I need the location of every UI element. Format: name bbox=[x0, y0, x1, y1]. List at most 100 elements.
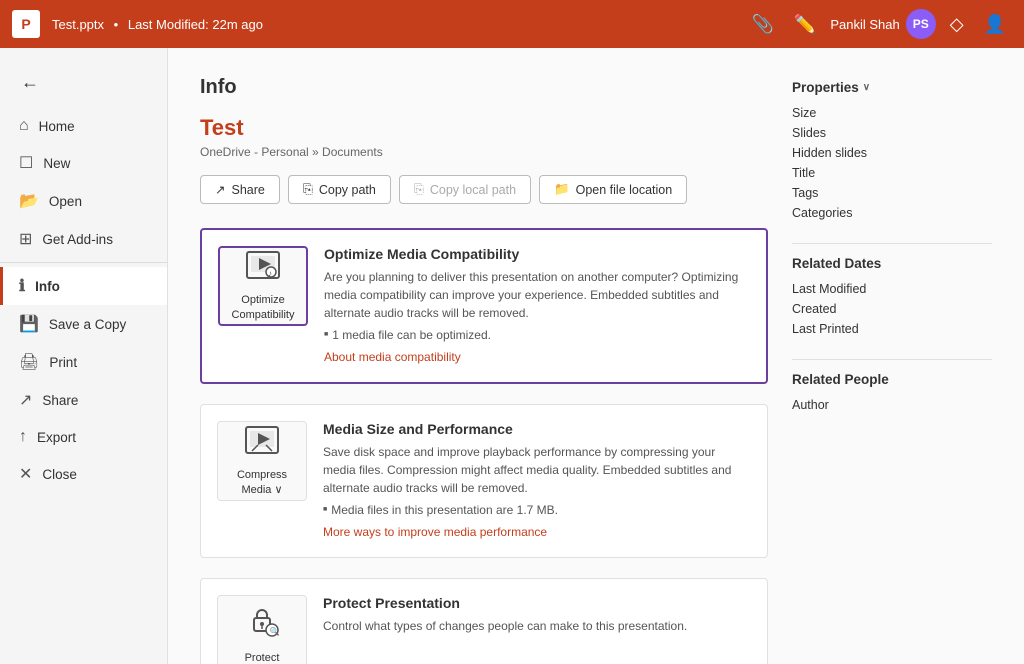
right-divider-1 bbox=[792, 243, 992, 244]
new-icon: ☐ bbox=[19, 153, 33, 173]
file-name: Test bbox=[200, 115, 768, 141]
prop-slides: Slides bbox=[792, 123, 992, 143]
sidebar-item-print-label: Print bbox=[49, 355, 77, 370]
sidebar-item-info-label: Info bbox=[35, 279, 60, 294]
copy-path-icon: ⎘ bbox=[303, 182, 313, 197]
optimize-card: ♪ OptimizeCompatibility Optimize Media C… bbox=[200, 228, 768, 384]
avatar[interactable]: PS bbox=[906, 9, 936, 39]
right-divider-2 bbox=[792, 359, 992, 360]
app-logo: P bbox=[12, 10, 40, 38]
people-author: Author bbox=[792, 395, 992, 415]
export-icon: ↑ bbox=[19, 428, 27, 446]
optimize-bullet: 1 media file can be optimized. bbox=[324, 328, 750, 342]
prop-title: Title bbox=[792, 163, 992, 183]
prop-hidden-slides: Hidden slides bbox=[792, 143, 992, 163]
share-btn-icon: ↗ bbox=[215, 182, 225, 197]
protect-icon-box[interactable]: 🔍 Protect bbox=[217, 595, 307, 664]
sidebar-item-save-label: Save a Copy bbox=[49, 317, 126, 332]
date-last-printed: Last Printed bbox=[792, 319, 992, 339]
properties-section: Properties ∨ Size Slides Hidden slides T… bbox=[792, 80, 992, 223]
sidebar-item-new[interactable]: ☐ New bbox=[0, 144, 167, 182]
optimize-body: Optimize Media Compatibility Are you pla… bbox=[324, 246, 750, 366]
open-file-label: Open file location bbox=[576, 183, 673, 197]
user-name: Pankil Shah bbox=[830, 17, 899, 32]
date-created: Created bbox=[792, 299, 992, 319]
sidebar-item-get-add-ins[interactable]: ⊞ Get Add-ins bbox=[0, 220, 167, 258]
sidebar-divider bbox=[0, 262, 167, 263]
sidebar-item-close-label: Close bbox=[42, 467, 77, 482]
prop-tags: Tags bbox=[792, 183, 992, 203]
sidebar-item-open-label: Open bbox=[49, 194, 82, 209]
protect-description: Control what types of changes people can… bbox=[323, 617, 751, 635]
protect-icon: 🔍 bbox=[244, 604, 280, 647]
file-path: OneDrive - Personal » Documents bbox=[200, 145, 768, 159]
open-file-location-button[interactable]: 📁 Open file location bbox=[539, 175, 687, 204]
main-content: Info Test OneDrive - Personal » Document… bbox=[168, 48, 1024, 664]
copy-path-button[interactable]: ⎘ Copy path bbox=[288, 175, 391, 204]
pencil-icon[interactable]: ✏️ bbox=[788, 14, 822, 35]
sidebar-item-export[interactable]: ↑ Export bbox=[0, 419, 167, 455]
sidebar-item-print[interactable]: 🖨 Print bbox=[0, 343, 167, 381]
print-icon: 🖨 bbox=[19, 352, 39, 372]
compress-link[interactable]: More ways to improve media performance bbox=[323, 525, 547, 539]
share-button[interactable]: ↗ Share bbox=[200, 175, 280, 204]
properties-chevron[interactable]: ∨ bbox=[863, 82, 870, 93]
copy-path-label: Copy path bbox=[319, 183, 376, 197]
protect-title: Protect Presentation bbox=[323, 595, 751, 611]
optimize-icon-box[interactable]: ♪ OptimizeCompatibility bbox=[218, 246, 308, 326]
related-people-section: Related People Author bbox=[792, 372, 992, 415]
page-title: Info bbox=[200, 76, 768, 99]
optimize-description: Are you planning to deliver this present… bbox=[324, 268, 750, 322]
info-icon: ℹ bbox=[19, 276, 25, 296]
sidebar-item-share-label: Share bbox=[42, 393, 78, 408]
close-icon: ✕ bbox=[19, 464, 32, 484]
optimize-link[interactable]: About media compatibility bbox=[324, 350, 461, 364]
sidebar-item-addins-label: Get Add-ins bbox=[42, 232, 113, 247]
copy-local-path-button[interactable]: ⎘ Copy local path bbox=[399, 175, 531, 204]
copy-local-label: Copy local path bbox=[430, 183, 516, 197]
compress-icon-label: CompressMedia ∨ bbox=[237, 468, 287, 497]
sidebar: ← ⌂ Home ☐ New 📂 Open ⊞ Get Add-ins ℹ In… bbox=[0, 48, 168, 664]
optimize-icon: ♪ bbox=[245, 250, 281, 289]
sidebar-item-save-copy[interactable]: 💾 Save a Copy bbox=[0, 305, 167, 343]
compress-icon bbox=[244, 425, 280, 464]
diamond-icon[interactable]: ◇ bbox=[944, 14, 970, 35]
prop-categories: Categories bbox=[792, 203, 992, 223]
related-dates-section: Related Dates Last Modified Created Last… bbox=[792, 256, 992, 339]
addins-icon: ⊞ bbox=[19, 229, 32, 249]
user-info: Pankil Shah PS bbox=[830, 9, 935, 39]
folder-icon: 📁 bbox=[554, 182, 570, 197]
sidebar-item-close[interactable]: ✕ Close bbox=[0, 455, 167, 493]
save-icon: 💾 bbox=[19, 314, 39, 334]
title-bar-actions: 📎 ✏️ Pankil Shah PS ◇ 👤 bbox=[746, 9, 1013, 39]
sidebar-item-open[interactable]: 📂 Open bbox=[0, 182, 167, 220]
sidebar-item-new-label: New bbox=[43, 156, 70, 171]
sidebar-item-home[interactable]: ⌂ Home bbox=[0, 108, 167, 144]
open-icon: 📂 bbox=[19, 191, 39, 211]
filename-display: Test.pptx • Last Modified: 22m ago bbox=[52, 17, 263, 32]
protect-card: 🔍 Protect Protect Presentation Control w… bbox=[200, 578, 768, 664]
compress-title: Media Size and Performance bbox=[323, 421, 751, 437]
compress-icon-box[interactable]: CompressMedia ∨ bbox=[217, 421, 307, 501]
share-btn-label: Share bbox=[231, 183, 264, 197]
sidebar-item-share[interactable]: ↗ Share bbox=[0, 381, 167, 419]
optimize-icon-label: OptimizeCompatibility bbox=[232, 293, 295, 322]
attachment-icon[interactable]: 📎 bbox=[746, 14, 780, 35]
compress-description: Save disk space and improve playback per… bbox=[323, 443, 751, 497]
date-last-modified: Last Modified bbox=[792, 279, 992, 299]
main-left: Info Test OneDrive - Personal » Document… bbox=[200, 76, 792, 644]
sidebar-item-info[interactable]: ℹ Info bbox=[0, 267, 167, 305]
action-buttons: ↗ Share ⎘ Copy path ⎘ Copy local path 📁 … bbox=[200, 175, 768, 204]
app-body: ← ⌂ Home ☐ New 📂 Open ⊞ Get Add-ins ℹ In… bbox=[0, 48, 1024, 664]
protect-icon-label: Protect bbox=[245, 651, 280, 664]
prop-size: Size bbox=[792, 103, 992, 123]
optimize-title: Optimize Media Compatibility bbox=[324, 246, 750, 262]
person-icon[interactable]: 👤 bbox=[978, 14, 1012, 35]
svg-text:♪: ♪ bbox=[268, 269, 272, 278]
title-bar: P Test.pptx • Last Modified: 22m ago 📎 ✏… bbox=[0, 0, 1024, 48]
related-dates-title: Related Dates bbox=[792, 256, 992, 271]
back-button[interactable]: ← bbox=[12, 64, 48, 100]
share-icon: ↗ bbox=[19, 390, 32, 410]
protect-body: Protect Presentation Control what types … bbox=[323, 595, 751, 664]
sidebar-item-export-label: Export bbox=[37, 430, 76, 445]
